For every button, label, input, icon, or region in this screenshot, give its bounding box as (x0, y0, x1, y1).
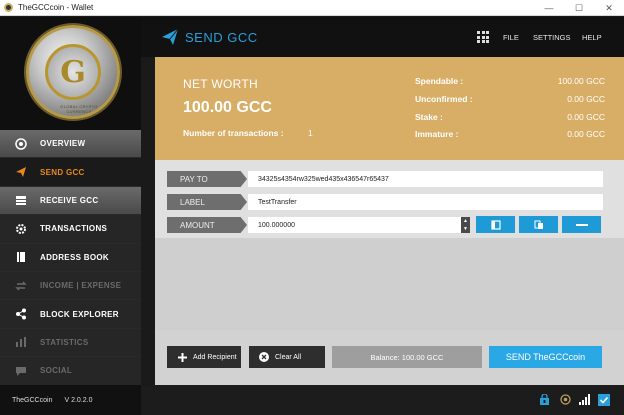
gear-icon (15, 223, 27, 235)
sidebar-nav: OVERVIEW SEND GCC RECEIVE GCC TRANSACTIO… (0, 130, 141, 386)
networth-label: NET WORTH (183, 77, 258, 91)
receive-icon (15, 194, 27, 206)
sidebar: G GLOBAL CRYPTO CURRENCY OVERVIEW SEND G… (0, 17, 141, 386)
clear-icon (259, 352, 269, 362)
stepper-down-icon[interactable]: ▼ (463, 226, 468, 232)
chat-icon (15, 365, 27, 377)
amount-stepper[interactable]: ▲ ▼ (461, 217, 470, 233)
send-button[interactable]: SEND TheGCCcoin (489, 346, 602, 368)
clear-all-label: Clear All (275, 353, 302, 361)
minus-icon (575, 223, 588, 226)
transactions-count-label: Number of transactions : (183, 128, 284, 138)
pay-to-input[interactable]: 34325s4354rw325wed435x436547r65437 (248, 171, 603, 187)
sidebar-item-send-gcc[interactable]: SEND GCC (0, 158, 141, 187)
add-recipient-label: Add Recipient (193, 353, 237, 361)
status-bar (141, 385, 624, 415)
sidebar-item-statistics[interactable]: STATISTICS (0, 328, 141, 358)
sidebar-item-receive-gcc[interactable]: RECEIVE GCC (0, 186, 141, 216)
balance-display: Balance: 100.00 GCC (332, 346, 482, 368)
pay-to-label: PAY TO (167, 171, 247, 187)
page-header: SEND GCC FILE SETTINGS HELP (141, 17, 624, 57)
transactions-count-value: 1 (308, 128, 313, 138)
bar-chart-icon (15, 336, 27, 348)
window-titlebar: TheGCCcoin - Wallet — ☐ ✕ (0, 0, 624, 16)
remove-recipient-button[interactable] (562, 216, 601, 233)
logo-inner: G (45, 44, 101, 100)
address-book-icon (490, 219, 501, 230)
version-label: V 2.0.2.0 (64, 396, 93, 404)
sidebar-item-label: OVERVIEW (40, 139, 86, 149)
lock-icon (540, 394, 549, 405)
paste-icon (534, 220, 543, 229)
share-icon (15, 308, 27, 320)
add-recipient-button[interactable]: Add Recipient (167, 346, 241, 368)
menu-help[interactable]: HELP (582, 33, 602, 42)
gcc-logo-icon: G GLOBAL CRYPTO CURRENCY (26, 25, 120, 119)
amount-input[interactable]: 100.000000 (248, 217, 461, 233)
exchange-icon (15, 280, 27, 292)
sidebar-item-label: INCOME | EXPENSE (40, 281, 122, 291)
clear-all-button[interactable]: Clear All (249, 346, 325, 368)
sidebar-item-transactions[interactable]: TRANSACTIONS (0, 215, 141, 244)
menu-settings[interactable]: SETTINGS (533, 33, 571, 42)
window-controls: — ☐ ✕ (534, 0, 624, 16)
networth-panel: NET WORTH 100.00 GCC Number of transacti… (155, 57, 624, 160)
apps-grid-icon[interactable] (477, 31, 489, 43)
close-button[interactable]: ✕ (594, 0, 624, 16)
version-bar: TheGCCcoin V 2.0.2.0 (0, 385, 141, 415)
recipient-entry: PAY TO 34325s4354rw325wed435x436547r6543… (155, 160, 624, 238)
sidebar-item-label: SEND GCC (40, 167, 85, 177)
coin-name: TheGCCcoin (12, 396, 53, 404)
staking-icon (560, 394, 571, 405)
label-input[interactable]: TestTransfer (248, 194, 603, 210)
action-bar: Add Recipient Clear All Balance: 100.00 … (155, 330, 624, 385)
address-book-button[interactable] (476, 216, 515, 233)
app-icon (4, 3, 13, 12)
label-label: LABEL (167, 194, 247, 210)
sidebar-item-income-expense[interactable]: INCOME | EXPENSE (0, 271, 141, 301)
send-icon (162, 28, 179, 45)
amount-label: AMOUNT (167, 217, 247, 233)
page-title: SEND GCC (185, 29, 258, 45)
sidebar-item-social[interactable]: SOCIAL (0, 357, 141, 386)
sidebar-item-label: BLOCK EXPLORER (40, 309, 119, 319)
sidebar-item-label: RECEIVE GCC (40, 195, 99, 205)
send-icon (15, 166, 27, 178)
minimize-button[interactable]: — (534, 0, 564, 16)
menu-file[interactable]: FILE (503, 33, 519, 42)
overview-icon (15, 137, 27, 150)
sidebar-item-address-book[interactable]: ADDRESS BOOK (0, 243, 141, 272)
stepper-up-icon[interactable]: ▲ (463, 218, 468, 224)
sidebar-item-label: STATISTICS (40, 337, 89, 347)
send-form-area: PAY TO 34325s4354rw325wed435x436547r6543… (155, 160, 624, 330)
connection-signal-icon (579, 394, 590, 405)
book-icon (15, 251, 27, 263)
sidebar-item-label: ADDRESS BOOK (40, 252, 109, 262)
plus-icon (177, 352, 187, 362)
sidebar-item-label: TRANSACTIONS (40, 224, 108, 234)
synced-check-icon (598, 394, 610, 406)
window-title: TheGCCcoin - Wallet (18, 3, 94, 12)
sidebar-item-overview[interactable]: OVERVIEW (0, 130, 141, 159)
networth-value: 100.00 GCC (183, 99, 272, 116)
sidebar-item-label: SOCIAL (40, 366, 73, 376)
sidebar-item-block-explorer[interactable]: BLOCK EXPLORER (0, 300, 141, 329)
maximize-button[interactable]: ☐ (564, 0, 594, 16)
logo-text: GLOBAL CRYPTO CURRENCY (60, 104, 98, 114)
paste-button[interactable] (519, 216, 558, 233)
